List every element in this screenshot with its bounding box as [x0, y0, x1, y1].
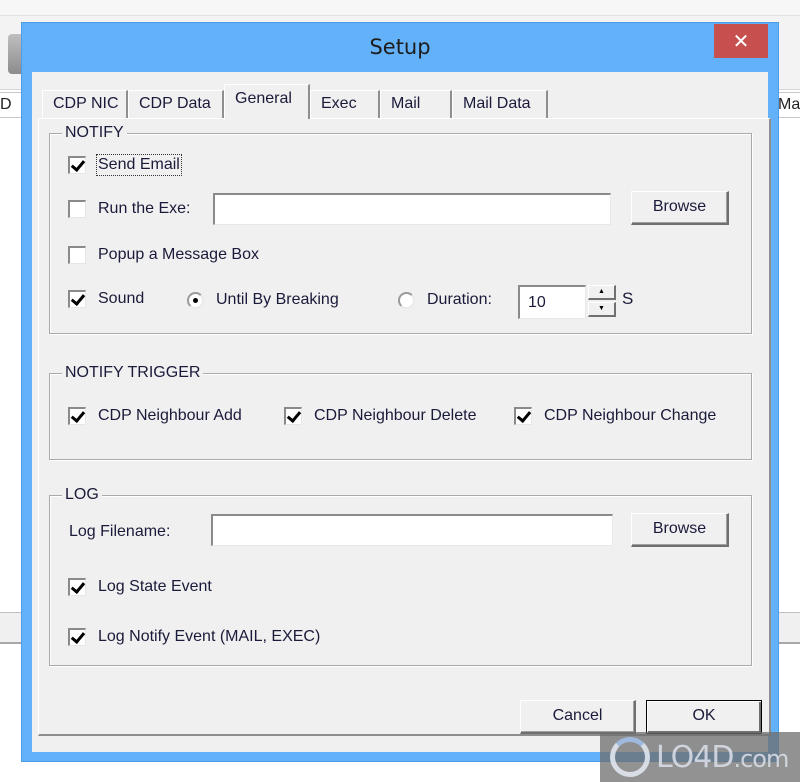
- duration-spinner[interactable]: ▲ ▼: [588, 285, 618, 319]
- send-email-label: Send Email: [96, 154, 182, 176]
- checkbox-box[interactable]: [514, 407, 532, 425]
- close-button[interactable]: ✕: [714, 24, 768, 58]
- until-breaking-label: Until By Breaking: [216, 291, 339, 308]
- cdp-neighbour-add-checkbox[interactable]: CDP Neighbour Add: [68, 407, 242, 425]
- spinner-down-button[interactable]: ▼: [588, 302, 616, 317]
- dialog-title: Setup: [369, 35, 431, 59]
- duration-label: Duration:: [427, 291, 492, 308]
- background-statusbar-left: [0, 612, 22, 644]
- checkbox-box[interactable]: [68, 407, 86, 425]
- duration-unit-label: S: [622, 289, 634, 308]
- checkbox-box[interactable]: [284, 407, 302, 425]
- log-group: LOG Log Filename: Browse Log State Event…: [49, 486, 752, 666]
- tab-mail-data[interactable]: Mail Data: [452, 90, 548, 118]
- tab-label: CDP Data: [139, 95, 211, 112]
- until-breaking-radio[interactable]: Until By Breaking: [187, 291, 339, 309]
- log-filename-input[interactable]: [211, 514, 613, 546]
- tab-label: Exec: [321, 95, 357, 112]
- dialog-titlebar[interactable]: Setup ✕: [22, 23, 778, 71]
- cdp-neighbour-delete-label: CDP Neighbour Delete: [314, 407, 477, 424]
- notify-trigger-group-label: NOTIFY TRIGGER: [62, 364, 204, 382]
- background-tool-icon: [8, 34, 22, 74]
- tab-label: Mail: [391, 95, 421, 112]
- radio-circle[interactable]: [187, 291, 204, 309]
- notify-group: NOTIFY Send Email Run the Exe: Browse Po…: [49, 124, 752, 334]
- log-state-event-label: Log State Event: [98, 578, 212, 595]
- watermark: LO4D.com: [600, 732, 800, 782]
- tab-cdp-nic[interactable]: CDP NIC: [42, 90, 128, 118]
- run-exe-path-input[interactable]: [213, 193, 611, 225]
- ok-button[interactable]: OK: [646, 700, 762, 734]
- arrow-down-icon: ▼: [598, 305, 605, 312]
- popup-message-box-label: Popup a Message Box: [98, 246, 259, 263]
- log-filename-label: Log Filename:: [69, 523, 171, 540]
- duration-input[interactable]: [518, 285, 586, 319]
- checkbox-box[interactable]: [68, 246, 86, 264]
- sound-checkbox[interactable]: Sound: [68, 290, 144, 308]
- close-icon: ✕: [732, 29, 750, 53]
- watermark-suffix: .com: [733, 744, 789, 773]
- send-email-checkbox[interactable]: Send Email: [68, 154, 182, 176]
- sound-label: Sound: [98, 290, 145, 307]
- run-exe-label: Run the Exe:: [98, 200, 191, 217]
- background-column-header-left: D: [0, 92, 22, 118]
- checkbox-box[interactable]: [68, 628, 86, 646]
- background-statusbar-right: [778, 612, 800, 644]
- log-notify-event-checkbox[interactable]: Log Notify Event (MAIL, EXEC): [68, 628, 320, 646]
- log-group-label: LOG: [62, 486, 102, 504]
- general-tab-panel: NOTIFY Send Email Run the Exe: Browse Po…: [38, 118, 771, 736]
- checkbox-box[interactable]: [68, 200, 86, 218]
- cancel-button[interactable]: Cancel: [520, 700, 636, 734]
- setup-dialog: Setup ✕ CDP NIC CDP Data General Exec Ma…: [21, 22, 779, 762]
- tab-strip: CDP NIC CDP Data General Exec Mail Mail …: [42, 84, 762, 119]
- run-exe-checkbox[interactable]: Run the Exe:: [68, 200, 191, 218]
- watermark-text: LO4D.com: [656, 739, 789, 775]
- tab-cdp-data[interactable]: CDP Data: [128, 90, 224, 118]
- cdp-neighbour-change-label: CDP Neighbour Change: [544, 407, 717, 424]
- tab-label: General: [235, 90, 292, 107]
- log-state-event-checkbox[interactable]: Log State Event: [68, 578, 212, 596]
- dialog-client-area: CDP NIC CDP Data General Exec Mail Mail …: [32, 72, 771, 752]
- checkbox-box[interactable]: [68, 156, 86, 174]
- radio-circle[interactable]: [398, 291, 415, 309]
- checkbox-box[interactable]: [68, 290, 86, 308]
- checkbox-box[interactable]: [68, 578, 86, 596]
- tab-general[interactable]: General: [224, 84, 310, 119]
- column-header-text: Ma: [778, 96, 800, 113]
- log-notify-event-label: Log Notify Event (MAIL, EXEC): [98, 628, 321, 645]
- log-browse-button[interactable]: Browse: [631, 513, 729, 547]
- tab-mail[interactable]: Mail: [380, 90, 452, 118]
- cdp-neighbour-delete-checkbox[interactable]: CDP Neighbour Delete: [284, 407, 476, 425]
- notify-group-label: NOTIFY: [62, 124, 127, 142]
- run-exe-browse-button[interactable]: Browse: [631, 191, 729, 225]
- background-menubar: [0, 0, 800, 16]
- cdp-neighbour-add-label: CDP Neighbour Add: [98, 407, 242, 424]
- notify-trigger-group: NOTIFY TRIGGER CDP Neighbour Add CDP Nei…: [49, 364, 752, 460]
- lo4d-logo-icon: [610, 737, 650, 777]
- cdp-neighbour-change-checkbox[interactable]: CDP Neighbour Change: [514, 407, 716, 425]
- tab-exec[interactable]: Exec: [310, 90, 380, 118]
- watermark-brand: LO4D: [656, 739, 734, 775]
- spinner-up-button[interactable]: ▲: [588, 285, 616, 300]
- popup-message-box-checkbox[interactable]: Popup a Message Box: [68, 246, 259, 264]
- tab-label: CDP NIC: [53, 95, 119, 112]
- column-header-text: D: [0, 96, 12, 113]
- background-column-header-right: Ma: [778, 92, 800, 118]
- tab-label: Mail Data: [463, 95, 531, 112]
- arrow-up-icon: ▲: [598, 288, 605, 295]
- duration-radio[interactable]: Duration:: [398, 291, 492, 309]
